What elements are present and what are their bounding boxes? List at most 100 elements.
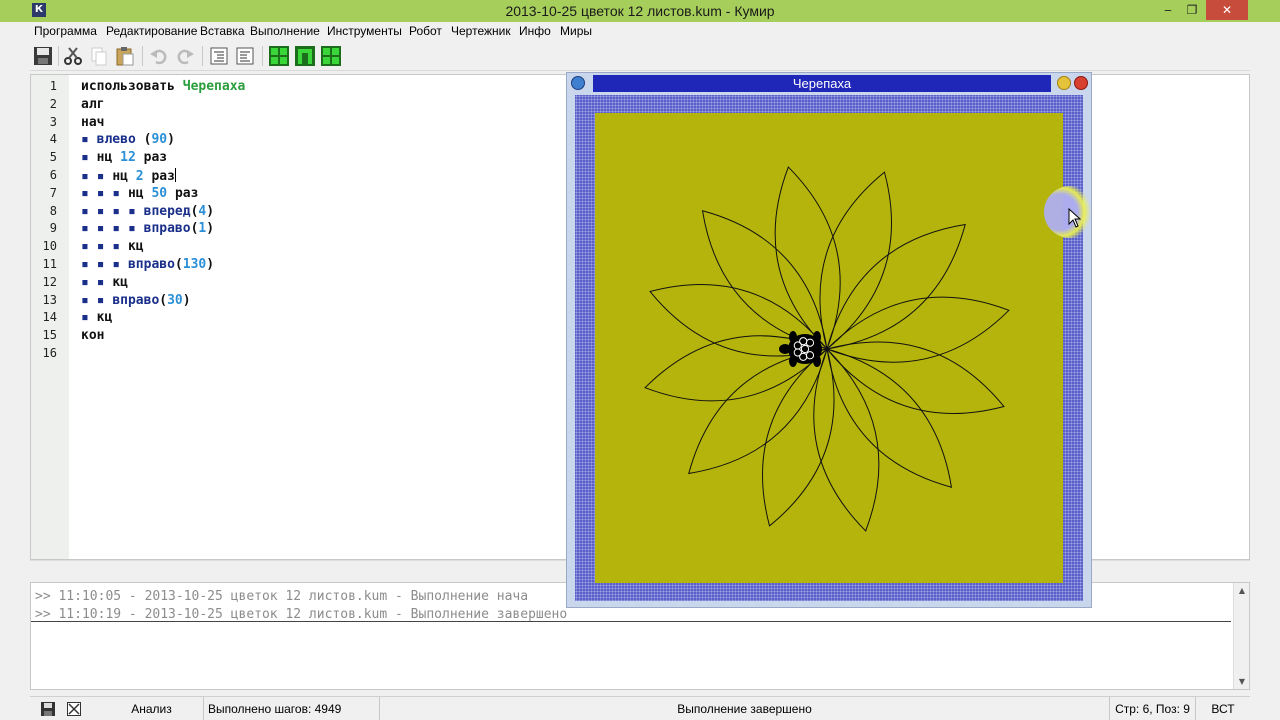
indent-marker: ▪ ▪ (81, 169, 113, 184)
code-keyword: раз (143, 150, 168, 166)
code-line[interactable]: ▪ влево (90) (81, 132, 175, 147)
console-scrollbar[interactable]: ▲ ▼ (1233, 583, 1249, 689)
window-menu-icon[interactable] (571, 76, 585, 90)
menu-program[interactable]: Программа (34, 24, 97, 38)
code-keyword: влево (96, 132, 136, 148)
line-number: 15 (42, 328, 57, 343)
undo-icon[interactable] (148, 45, 170, 67)
cursor-position: Стр: 6, Поз: 9 (1110, 697, 1196, 720)
code-line[interactable]: алг (81, 97, 104, 112)
menu-worlds[interactable]: Миры (560, 24, 592, 38)
code-number: 50 (151, 185, 168, 201)
indent-icon[interactable] (208, 45, 230, 67)
scroll-down-icon[interactable]: ▼ (1237, 677, 1247, 686)
code-line[interactable]: ▪ нц 12 раз (81, 150, 167, 165)
menu-info[interactable]: Инфо (519, 24, 551, 38)
code-number: 30 (167, 292, 183, 308)
code-line[interactable]: нач (81, 115, 104, 130)
code-line[interactable]: ▪ кц (81, 310, 112, 325)
code-line[interactable]: ▪ ▪ нц 2 раз (81, 168, 176, 184)
menu-edit[interactable]: Редактирование (106, 24, 197, 38)
code-keyword: вправо (112, 292, 160, 308)
window-title-bar: К 2013-10-25 цветок 12 листов.kum - Куми… (0, 0, 1280, 22)
line-number: 12 (42, 274, 57, 289)
copy-icon[interactable] (88, 45, 110, 67)
code-keyword: вправо (143, 221, 191, 237)
code-keyword: нц (127, 185, 144, 201)
indent-marker: ▪ (81, 132, 97, 148)
console-line: >> 11:10:05 - 2013-10-25 цветок 12 листо… (35, 589, 529, 604)
line-number: 10 (42, 239, 57, 254)
steps-counter: Выполнено шагов: 4949 (204, 697, 380, 720)
analysis-status[interactable]: Анализ (100, 697, 204, 720)
code-number: 12 (120, 150, 136, 166)
menu-run[interactable]: Выполнение (250, 24, 320, 38)
code-keyword: использовать (81, 79, 175, 94)
line-number: 7 (49, 185, 57, 200)
code-line[interactable]: ▪ ▪ вправо(30) (81, 293, 191, 308)
code-keyword: кон (81, 328, 105, 344)
indent-marker: ▪ ▪ ▪ ▪ (81, 203, 144, 219)
code-module: Черепаха (182, 79, 246, 94)
code-keyword: кц (112, 274, 128, 290)
turtle-minimize-icon[interactable] (1057, 76, 1071, 90)
indent-marker: ▪ ▪ ▪ (81, 185, 128, 201)
code-number: 2 (135, 169, 144, 184)
close-button[interactable]: ✕ (1206, 0, 1248, 20)
line-number: 6 (49, 168, 57, 182)
text-cursor (174, 168, 176, 182)
menu-robot[interactable]: Робот (409, 24, 442, 38)
redo-icon[interactable] (174, 45, 196, 67)
code-line[interactable]: кон (81, 328, 104, 343)
turtle-canvas[interactable] (595, 113, 1063, 583)
field-icon[interactable] (320, 45, 342, 67)
menu-insert[interactable]: Вставка (200, 24, 245, 38)
toolbar-separator (202, 46, 203, 66)
code-line[interactable]: ▪ ▪ ▪ нц 50 раз (81, 186, 198, 201)
code-line[interactable]: ▪ ▪ кц (81, 275, 128, 290)
code-line[interactable]: использовать Черепаха (81, 79, 245, 94)
code-line[interactable]: ▪ ▪ ▪ кц (81, 239, 144, 254)
code-line[interactable]: ▪ ▪ ▪ ▪ вправо(1) (81, 221, 214, 236)
scroll-up-icon[interactable]: ▲ (1237, 586, 1247, 595)
console-divider (31, 621, 1231, 622)
line-number: 11 (42, 257, 57, 271)
code-number: 130 (182, 257, 207, 272)
code-keyword: кц (127, 239, 144, 255)
toolbar-separator (262, 46, 263, 66)
cut-icon[interactable] (62, 45, 84, 67)
line-number: 4 (49, 132, 57, 147)
line-number: 2 (49, 96, 57, 111)
outdent-icon[interactable] (234, 45, 256, 67)
save-icon[interactable] (32, 45, 54, 67)
turtle-window-title[interactable]: Черепаха (593, 75, 1051, 92)
turtle-window[interactable]: Черепаха (566, 72, 1092, 608)
flower-drawing (644, 166, 1010, 532)
line-number: 5 (49, 150, 57, 165)
menu-drawer[interactable]: Чертежник (451, 24, 511, 38)
maximize-button[interactable]: ❐ (1178, 0, 1206, 20)
save-status-icon[interactable] (40, 701, 56, 717)
execution-state: Выполнение завершено (380, 697, 1110, 720)
toolbar (30, 41, 1250, 71)
line-number: 1 (49, 79, 57, 93)
code-keyword: нц (112, 169, 128, 184)
tool-icon[interactable] (294, 45, 316, 67)
indent-marker: ▪ ▪ ▪ ▪ (81, 221, 144, 237)
grid-icon[interactable] (268, 45, 290, 67)
close-status-icon[interactable] (66, 701, 82, 717)
turtle-close-icon[interactable] (1074, 76, 1088, 90)
status-bar: Анализ Выполнено шагов: 4949 Выполнение … (30, 696, 1250, 720)
menu-bar: Программа Редактирование Вставка Выполне… (30, 22, 1250, 40)
insert-mode[interactable]: ВСТ (1196, 697, 1250, 720)
paste-icon[interactable] (114, 45, 136, 67)
turtle-field-frame (575, 95, 1083, 601)
code-keyword: раз (151, 169, 175, 184)
menu-tools[interactable]: Инструменты (327, 24, 402, 38)
indent-marker: ▪ (81, 310, 97, 326)
code-line[interactable]: ▪ ▪ ▪ вправо(130) (81, 257, 214, 272)
code-keyword: нач (81, 114, 105, 130)
code-line[interactable]: ▪ ▪ ▪ ▪ вперед(4) (81, 204, 214, 219)
indent-marker: ▪ ▪ ▪ (81, 257, 128, 272)
turtle-icon (779, 331, 822, 367)
